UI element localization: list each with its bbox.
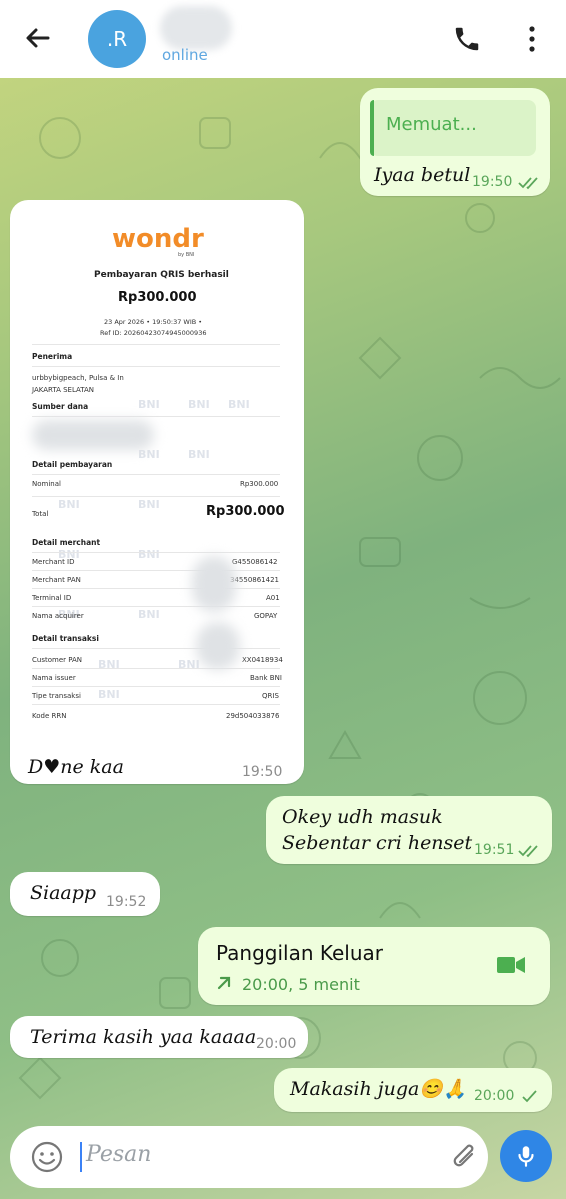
redacted-merchant-info — [192, 556, 236, 612]
transaksi-row-value: XX0418934 — [242, 656, 283, 664]
receipt-watermark: BNI — [228, 398, 250, 411]
receipt-nominal-value: Rp300.000 — [240, 480, 279, 488]
message-input[interactable]: Pesan — [86, 1142, 151, 1167]
receipt-watermark: BNI — [138, 498, 160, 511]
avatar[interactable]: .R — [88, 10, 146, 68]
receipt-watermark: BNI — [138, 448, 160, 461]
redacted-transaction-info — [196, 622, 240, 670]
redacted-sumber-dana — [32, 420, 154, 450]
transaksi-row-label: Tipe transaksi — [32, 692, 81, 700]
brand-sub: by BNI — [178, 252, 195, 258]
receipt-detail-pembayaran-label: Detail pembayaran — [32, 460, 113, 469]
text-cursor — [80, 1142, 82, 1172]
merchant-row-value: 34550861421 — [230, 576, 279, 584]
receipt-penerima-line2: JAKARTA SELATAN — [32, 386, 95, 394]
merchant-row-label: Merchant PAN — [32, 576, 81, 584]
quote-text: Memuat... — [386, 114, 477, 135]
transaksi-row-label: Kode RRN — [32, 712, 67, 720]
transaksi-row-value: Bank BNI — [250, 674, 282, 682]
message-time: 19:51 — [474, 842, 515, 858]
transaksi-row-value: QRIS — [262, 692, 279, 700]
receipt-detail-merchant-label: Detail merchant — [32, 538, 101, 547]
receipt-watermark: BNI — [138, 608, 160, 621]
message-time: 20:00 — [256, 1036, 297, 1052]
quote-bar — [370, 100, 374, 156]
message-outgoing[interactable]: Memuat... Iyaa betul 19:50 — [360, 88, 550, 196]
more-vert-icon[interactable] — [524, 24, 540, 54]
receipt-nominal-label: Nominal — [32, 480, 61, 488]
receipt-watermark: BNI — [178, 658, 200, 671]
message-time: 19:50 — [242, 764, 283, 780]
microphone-button[interactable] — [500, 1130, 552, 1182]
transaksi-row-label: Customer PAN — [32, 656, 83, 664]
message-text-line: Okey udh masuk — [282, 806, 443, 828]
message-incoming[interactable]: Terima kasih yaa kaaaa 20:00 — [10, 1016, 308, 1058]
double-check-icon — [518, 177, 538, 190]
call-log-message[interactable]: Panggilan Keluar 20:00, 5 menit — [198, 927, 550, 1005]
receipt-total-value: Rp300.000 — [206, 504, 285, 519]
message-text: Makasih juga😊🙏 — [290, 1078, 467, 1100]
video-camera-icon[interactable] — [496, 955, 526, 975]
single-check-icon — [522, 1090, 537, 1103]
transaksi-row-value: 29d504033876 — [226, 712, 280, 720]
receipt-watermark: BNI — [188, 398, 210, 411]
contact-name-redacted[interactable] — [160, 6, 232, 50]
receipt-watermark: BNI — [138, 398, 160, 411]
message-text: Terima kasih yaa kaaaa — [30, 1026, 257, 1048]
merchant-row-value: GOPAY — [254, 612, 278, 620]
merchant-row-value: A01 — [266, 594, 280, 602]
receipt-watermark: BNI — [58, 498, 80, 511]
contact-status: online — [162, 46, 208, 64]
receipt-penerima-line1: urbbybigpeach, Pulsa & In — [32, 374, 124, 382]
message-time: 20:00 — [474, 1088, 515, 1104]
call-detail: 20:00, 5 menit — [242, 975, 360, 994]
receipt-sumber-label: Sumber dana — [32, 402, 89, 411]
chat-header: .R online — [0, 0, 566, 78]
message-time: 19:52 — [106, 894, 147, 910]
merchant-row-label: Nama acquirer — [32, 612, 84, 620]
merchant-row-label: Merchant ID — [32, 558, 75, 566]
receipt-total-label: Total — [32, 510, 49, 518]
reply-quote[interactable]: Memuat... — [370, 100, 536, 156]
receipt-datetime: 23 Apr 2026 • 19:50:37 WIB • — [104, 318, 203, 326]
receipt-watermark: BNI — [98, 658, 120, 671]
message-outgoing[interactable]: Okey udh masuk Sebentar cri henset 19:51 — [266, 796, 552, 864]
microphone-icon — [518, 1146, 534, 1167]
phone-icon[interactable] — [452, 24, 482, 54]
message-text: Iyaa betul — [374, 164, 471, 186]
outgoing-arrow-icon — [217, 976, 231, 990]
brand-logo: wondr — [112, 224, 204, 254]
avatar-initials: .R — [106, 27, 128, 51]
receipt-amount: Rp300.000 — [118, 290, 197, 305]
message-caption: D♥ne kaa — [28, 756, 124, 778]
receipt-watermark: BNI — [138, 548, 160, 561]
merchant-row-value: G455086142 — [232, 558, 278, 566]
merchant-row-label: Terminal ID — [32, 594, 72, 602]
double-check-icon — [518, 845, 538, 858]
emoji-icon[interactable] — [30, 1140, 64, 1174]
message-incoming[interactable]: Siaapp 19:52 — [10, 872, 160, 916]
transaksi-row-label: Nama issuer — [32, 674, 76, 682]
message-text-line: Sebentar cri henset — [282, 832, 473, 854]
message-text: Siaapp — [30, 882, 97, 904]
call-title: Panggilan Keluar — [216, 941, 384, 965]
back-arrow-icon[interactable] — [22, 22, 54, 54]
receipt-watermark: BNI — [98, 688, 120, 701]
receipt-title: Pembayaran QRIS berhasil — [94, 270, 229, 280]
receipt-ref: Ref ID: 20260423074945000936 — [100, 329, 207, 337]
message-time: 19:50 — [472, 174, 513, 190]
receipt-penerima-label: Penerima — [32, 352, 73, 361]
paperclip-icon[interactable] — [450, 1140, 480, 1174]
message-input-bar: Pesan — [10, 1126, 488, 1188]
receipt-detail-transaksi-label: Detail transaksi — [32, 634, 99, 643]
receipt-image[interactable]: BNI BNI BNI BNI BNI BNI BNI BNI BNI BNI … — [18, 208, 296, 760]
receipt-watermark: BNI — [188, 448, 210, 461]
message-outgoing[interactable]: Makasih juga😊🙏 20:00 — [274, 1068, 552, 1112]
